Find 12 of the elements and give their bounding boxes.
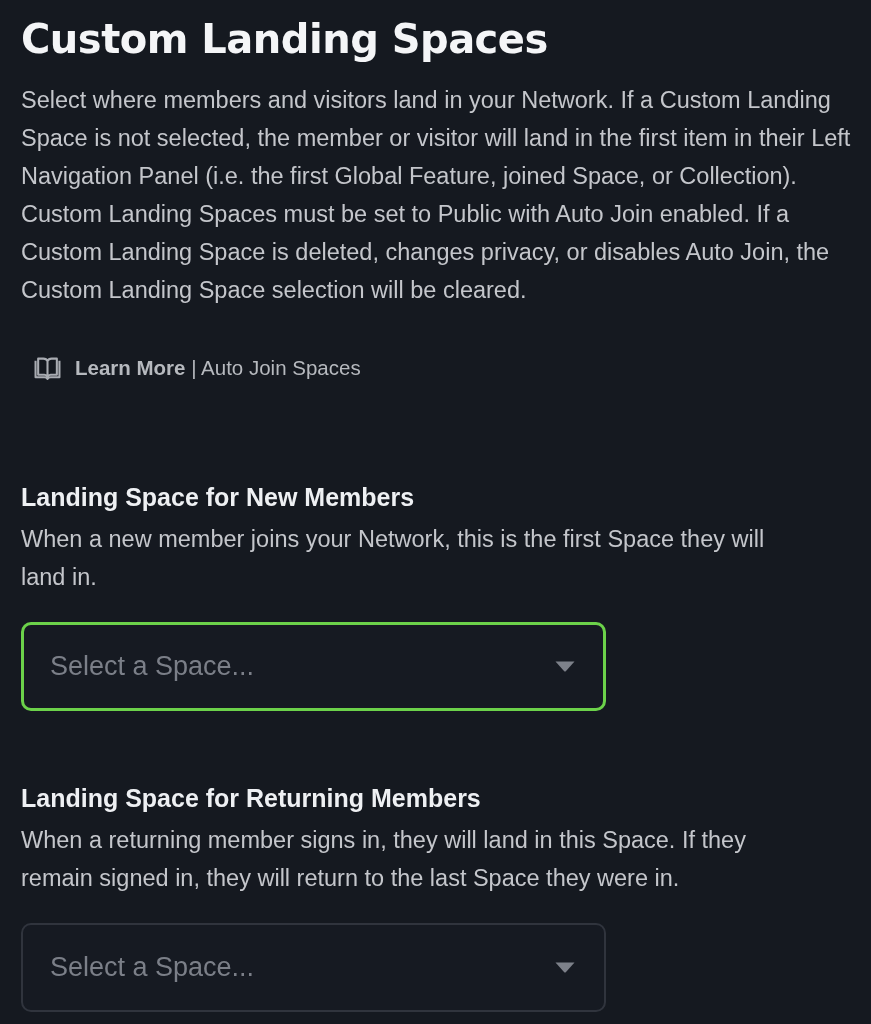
page-title: Custom Landing Spaces: [21, 15, 549, 64]
caret-icon: [555, 962, 575, 973]
learn-more-link[interactable]: Learn More | Auto Join Spaces: [75, 356, 361, 380]
section-heading: Landing Space for Returning Members: [21, 783, 482, 814]
space-select[interactable]: Select a Space...: [21, 923, 606, 1012]
section-description: When a returning member signs in, they will land in this Space. If they remain signed in, they will return to the last Space they were in.: [21, 826, 747, 893]
space-select[interactable]: Select a Space...: [21, 622, 606, 711]
section-description: When a new member joins your Network, this is the first Space they will land in.: [21, 525, 766, 592]
book-icon: [34, 356, 61, 380]
caret-icon: [555, 661, 575, 672]
section-heading: Landing Space for New Members: [21, 482, 416, 513]
page-description: Select where members and visitors land in your Network. If a Custom Landing Space is not selected, the member or visitor will land in the first item in their Left Navigation Panel (i.e. the first Global Feature, joined Space, or Collection). Custom Landing Spaces must be set to Public with Auto Join enabled. If a Custom Landing Space is deleted, changes privacy, or disables Auto Join, the Custom Landing Space selection will be cleared.: [21, 86, 852, 305]
